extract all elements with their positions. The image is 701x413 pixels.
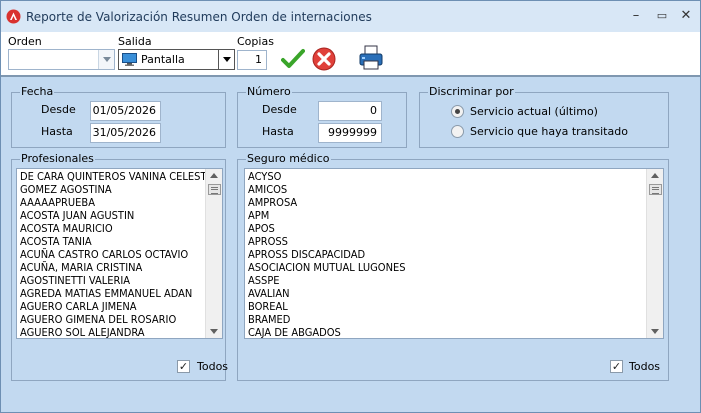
numero-desde-input[interactable]: 0: [318, 101, 382, 121]
profesionales-list[interactable]: DE CARA QUINTEROS VANINA CELESTE GOMEZ A…: [16, 168, 223, 339]
fecha-desde-input[interactable]: 01/05/2026: [90, 101, 161, 121]
list-item[interactable]: ACUÑA CASTRO CARLOS OCTAVIO: [20, 248, 213, 261]
scroll-down-icon[interactable]: [210, 329, 218, 334]
fecha-group-title: Fecha: [20, 85, 55, 98]
copias-label: Copias: [237, 35, 274, 48]
checkmark-icon[interactable]: [281, 48, 305, 70]
list-item[interactable]: APROSS DISCAPACIDAD: [248, 248, 406, 261]
list-item[interactable]: DE CARA QUINTEROS VANINA CELESTE: [20, 170, 213, 183]
list-item[interactable]: ACOSTA TANIA: [20, 235, 213, 248]
list-item[interactable]: ACOSTA MAURICIO: [20, 222, 213, 235]
printer-icon[interactable]: [358, 45, 384, 71]
servicio-transitado-label[interactable]: Servicio que haya transitado: [470, 125, 628, 138]
list-item[interactable]: ACYSO: [248, 170, 406, 183]
scroll-thumb[interactable]: [649, 184, 662, 195]
scroll-up-icon[interactable]: [210, 173, 218, 178]
app-logo-icon: [6, 9, 21, 24]
list-item[interactable]: APROSS: [248, 235, 406, 248]
seguro-todos-label[interactable]: Todos: [629, 360, 660, 373]
list-item[interactable]: BRAMED: [248, 313, 406, 326]
orden-label: Orden: [8, 35, 42, 48]
minimize-button[interactable]: –: [626, 7, 646, 25]
close-button[interactable]: ✕: [676, 7, 696, 25]
seguro-medico-group: Seguro médico ACYSO AMICOS AMPROSA APM APOS A…: [237, 152, 669, 381]
salida-select[interactable]: Pantalla: [118, 49, 235, 70]
scroll-down-icon[interactable]: [651, 329, 659, 334]
numero-group: Número Desde 0 Hasta 9999999: [237, 85, 407, 148]
salida-value: Pantalla: [141, 53, 185, 66]
chevron-down-icon[interactable]: [98, 50, 114, 69]
list-item[interactable]: APM: [248, 209, 406, 222]
numero-hasta-input[interactable]: 9999999: [318, 123, 382, 143]
fecha-group: Fecha Desde 01/05/2026 Hasta 31/05/2026: [11, 85, 226, 148]
chevron-down-icon[interactable]: [218, 50, 234, 69]
fecha-hasta-input[interactable]: 31/05/2026: [90, 123, 161, 143]
orden-select[interactable]: [8, 49, 115, 70]
report-window: Reporte de Valorización Resumen Orden de…: [0, 0, 701, 413]
window-title: Reporte de Valorización Resumen Orden de…: [26, 10, 372, 24]
cancel-icon[interactable]: [312, 47, 336, 71]
profesionales-todos-checkbox[interactable]: ✓: [177, 360, 190, 373]
title-bar[interactable]: Reporte de Valorización Resumen Orden de…: [1, 1, 700, 32]
profesionales-items: DE CARA QUINTEROS VANINA CELESTE GOMEZ A…: [20, 170, 213, 338]
profesionales-todos-label[interactable]: Todos: [197, 360, 228, 373]
maximize-button[interactable]: ▭: [652, 7, 672, 25]
list-item[interactable]: ASSPE: [248, 274, 406, 287]
discriminar-group-title: Discriminar por: [428, 85, 515, 98]
servicio-actual-radio[interactable]: [451, 105, 464, 118]
list-item[interactable]: ASOCIACION MUTUAL LUGONES: [248, 261, 406, 274]
list-item[interactable]: BOREAL: [248, 300, 406, 313]
salida-label: Salida: [118, 35, 152, 48]
toolbar: Orden Salida Pantalla Copias 1: [1, 32, 700, 77]
list-item[interactable]: AMICOS: [248, 183, 406, 196]
seguro-medico-list[interactable]: ACYSO AMICOS AMPROSA APM APOS APROSS APROSS DI…: [244, 168, 664, 339]
numero-desde-label: Desde: [262, 103, 297, 116]
list-item[interactable]: ACOSTA JUAN AGUSTIN: [20, 209, 213, 222]
list-item[interactable]: CAJA DE ABGADOS: [248, 326, 406, 338]
list-item[interactable]: AMPROSA: [248, 196, 406, 209]
seguro-medico-group-title: Seguro médico: [246, 152, 331, 165]
numero-hasta-label: Hasta: [262, 125, 294, 138]
list-item[interactable]: ACUÑA, MARIA CRISTINA: [20, 261, 213, 274]
discriminar-group: Discriminar por Servicio actual (último)…: [419, 85, 669, 148]
servicio-transitado-radio[interactable]: [451, 125, 464, 138]
profesionales-scrollbar[interactable]: [205, 169, 222, 338]
profesionales-group: Profesionales DE CARA QUINTEROS VANINA C…: [11, 152, 228, 381]
list-item[interactable]: AAAAAPRUEBA: [20, 196, 213, 209]
list-item[interactable]: GOMEZ AGOSTINA: [20, 183, 213, 196]
list-item[interactable]: AGREDA MATIAS EMMANUEL ADAN: [20, 287, 213, 300]
fecha-hasta-label: Hasta: [41, 125, 73, 138]
scroll-thumb[interactable]: [208, 184, 221, 195]
seguro-medico-items: ACYSO AMICOS AMPROSA APM APOS APROSS APROSS DI…: [248, 170, 406, 338]
fecha-desde-label: Desde: [41, 103, 76, 116]
profesionales-group-title: Profesionales: [20, 152, 95, 165]
seguro-medico-scrollbar[interactable]: [646, 169, 663, 338]
copias-input[interactable]: 1: [237, 50, 267, 70]
servicio-actual-label[interactable]: Servicio actual (último): [470, 105, 598, 118]
list-item[interactable]: AVALIAN: [248, 287, 406, 300]
list-item[interactable]: APOS: [248, 222, 406, 235]
seguro-todos-checkbox[interactable]: ✓: [610, 360, 623, 373]
list-item[interactable]: AGOSTINETTI VALERIA: [20, 274, 213, 287]
list-item[interactable]: AGUERO CARLA JIMENA: [20, 300, 213, 313]
scroll-up-icon[interactable]: [651, 173, 659, 178]
numero-group-title: Número: [246, 85, 292, 98]
list-item[interactable]: AGUERO GIMENA DEL ROSARIO: [20, 313, 213, 326]
list-item[interactable]: AGUERO SOL ALEJANDRA: [20, 326, 213, 338]
monitor-icon: [122, 53, 137, 66]
